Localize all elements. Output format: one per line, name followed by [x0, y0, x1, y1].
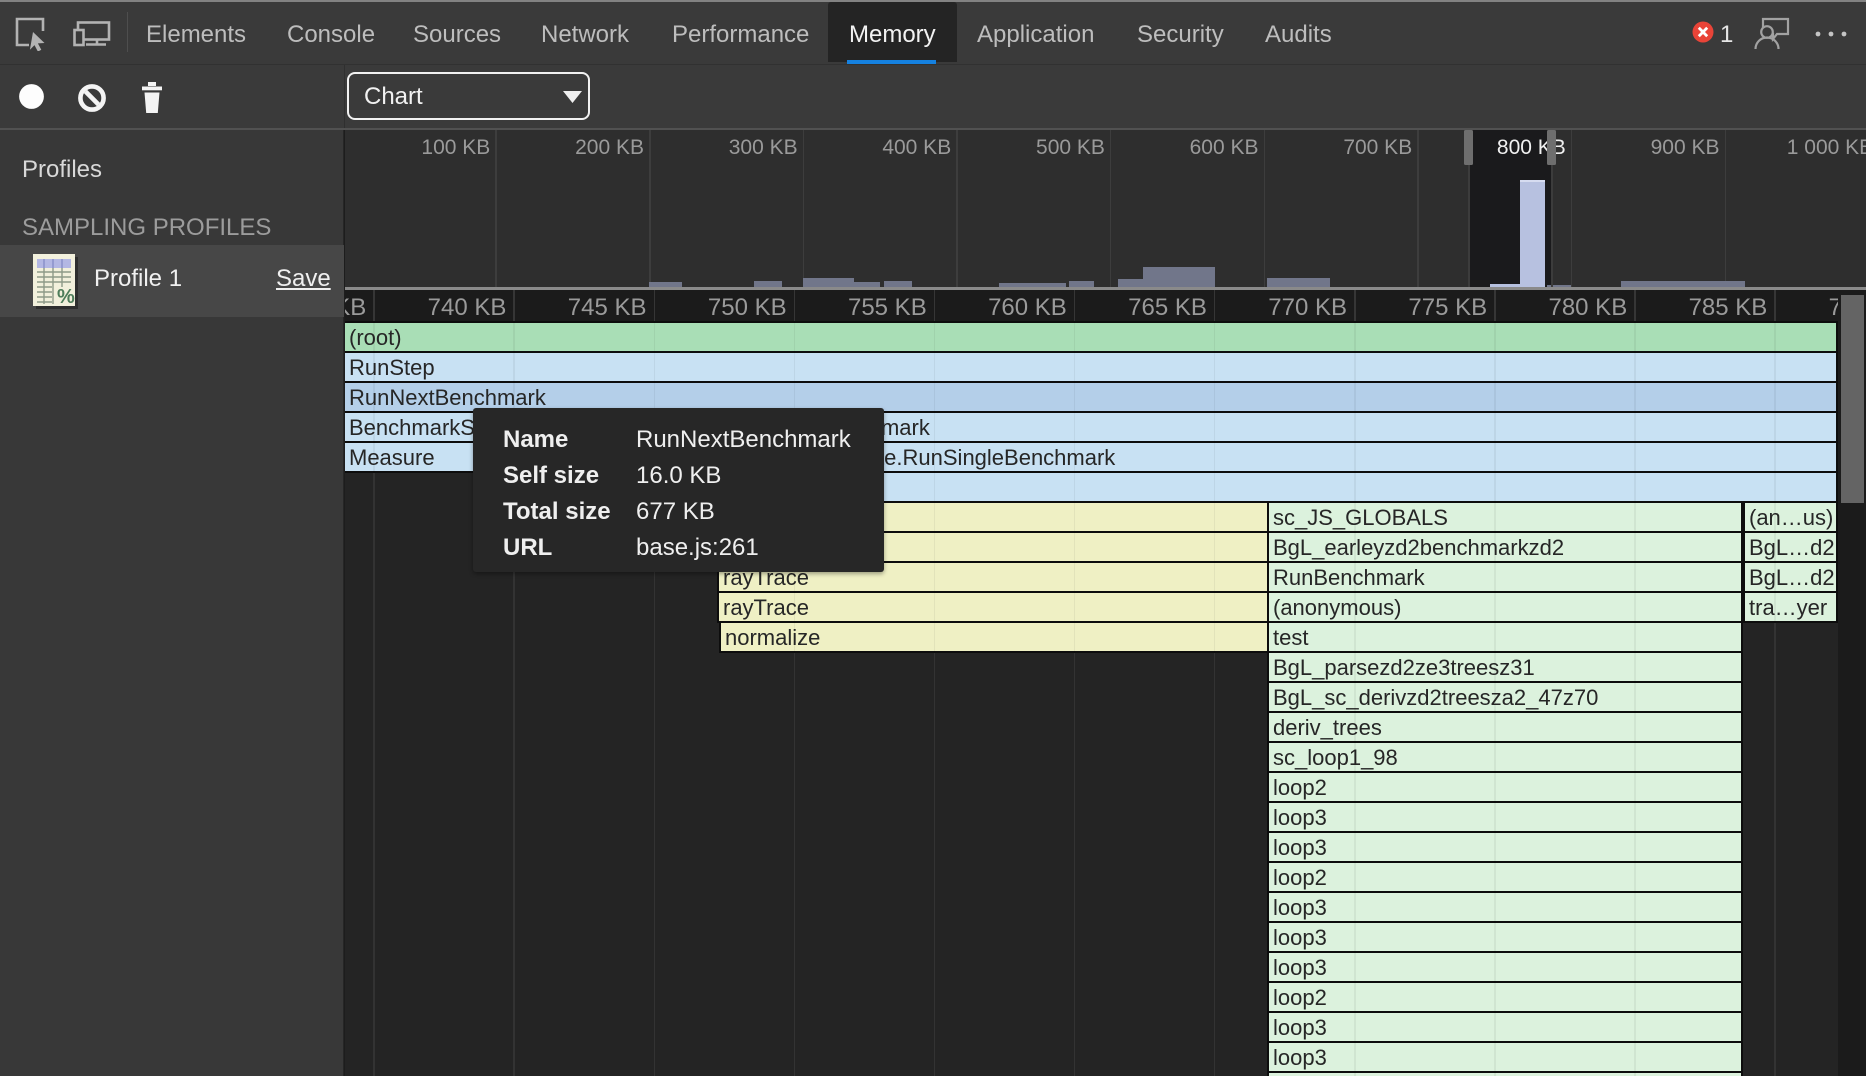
svg-text:%: % [57, 286, 75, 308]
